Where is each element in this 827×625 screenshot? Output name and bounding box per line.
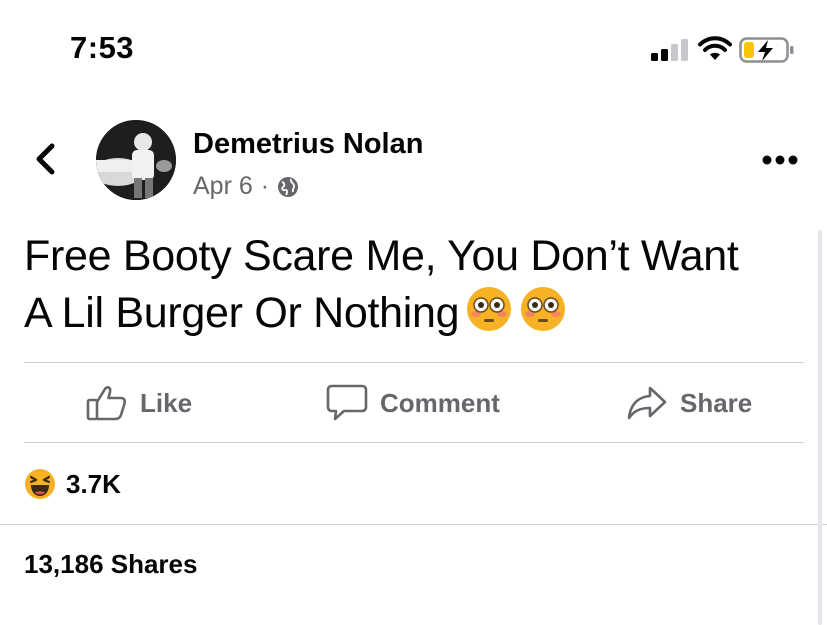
post-text-line-1: Free Booty Scare Me, You Don’t Want	[24, 232, 739, 280]
post-text-line-2-wrapper: A Lil Burger Or Nothing	[24, 285, 804, 342]
post-text-line-2: A Lil Burger Or Nothing	[24, 289, 460, 337]
avatar-photo	[96, 120, 176, 200]
post-text: Free Booty Scare Me, You Don’t Want A Li…	[24, 228, 804, 342]
share-button[interactable]: Share	[626, 363, 752, 443]
like-button[interactable]: Like	[86, 363, 192, 443]
post-header: Demetrius Nolan Apr 6 ·	[0, 110, 827, 210]
meta-separator: ·	[260, 172, 270, 200]
thumbs-up-icon	[86, 386, 127, 421]
flushed-face-emoji	[521, 287, 566, 331]
reaction-summary[interactable]: 3.7K	[24, 466, 121, 502]
share-label: Share	[680, 387, 753, 418]
comment-button[interactable]: Comment	[326, 363, 500, 443]
post-date[interactable]: Apr 6	[193, 172, 253, 201]
divider	[24, 442, 804, 443]
wifi-icon	[698, 36, 732, 60]
comment-bubble-icon	[326, 384, 368, 421]
back-arrow-icon[interactable]	[30, 140, 60, 178]
share-count[interactable]: 13,186 Shares	[24, 549, 197, 580]
flushed-face-emoji	[467, 287, 512, 331]
like-label: Like	[140, 387, 193, 418]
reaction-count: 3.7K	[66, 468, 121, 499]
author-name[interactable]: Demetrius Nolan	[193, 128, 423, 161]
share-arrow-icon	[627, 386, 667, 420]
cellular-signal-icon	[651, 39, 688, 61]
post-meta: Apr 6 ·	[193, 172, 299, 201]
status-bar: 7:53	[0, 0, 827, 100]
globe-icon	[278, 176, 299, 197]
divider	[0, 524, 827, 525]
comment-label: Comment	[380, 387, 500, 418]
scrollbar[interactable]	[818, 230, 822, 625]
avatar[interactable]	[96, 120, 176, 200]
battery-charging-icon	[739, 37, 794, 63]
post-actions: Like Comment Share	[24, 363, 804, 443]
status-time: 7:53	[70, 30, 135, 65]
more-options-icon[interactable]	[761, 154, 799, 166]
haha-reaction-icon	[25, 469, 55, 499]
